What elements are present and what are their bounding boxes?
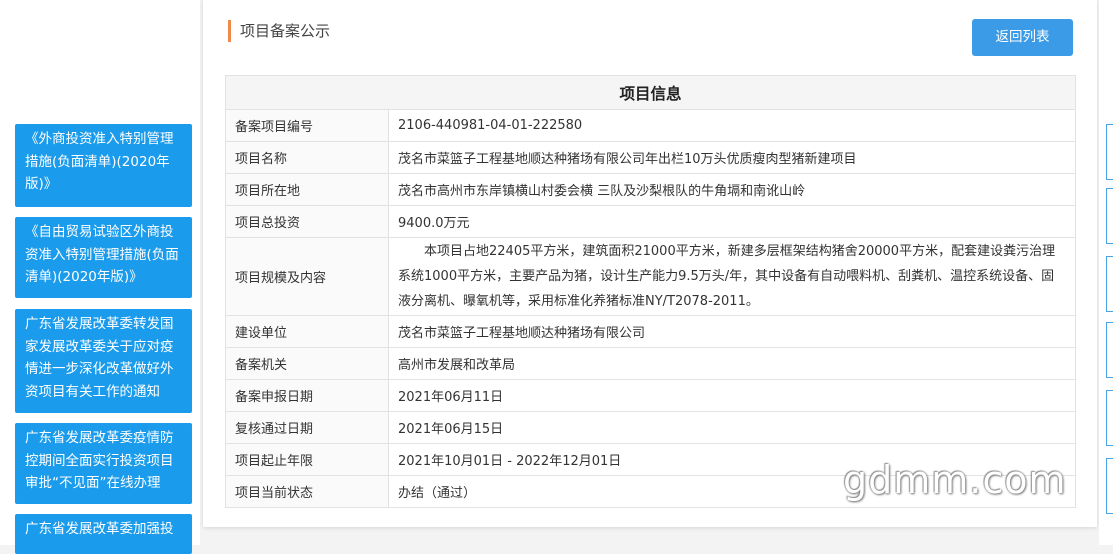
row-label: 备案申报日期 <box>225 379 389 412</box>
row-label: 复核通过日期 <box>225 411 389 444</box>
left-sidebar: 《外商投资准入特别管理措施(负面清单)(2020年版)》 《自由贸易试验区外商投… <box>0 0 200 554</box>
sidebar-link-online-approval[interactable]: 广东省发展改革委疫情防控期间全面实行投资项目审批“不见面”在线办理 <box>15 423 192 504</box>
row-label: 建设单位 <box>225 315 389 348</box>
row-label: 项目名称 <box>225 141 389 174</box>
row-value: 高州市发展和改革局 <box>388 347 1076 380</box>
right-edge-tab[interactable] <box>1106 124 1113 180</box>
right-edge-tab[interactable] <box>1106 188 1113 244</box>
row-value: 本项目占地22405平方米，建筑面积21000平方米，新建多层框架结构猪舍200… <box>398 244 1056 309</box>
right-edge-tab[interactable] <box>1106 390 1113 446</box>
row-label: 项目规模及内容 <box>225 237 389 316</box>
row-value: 2021年06月15日 <box>388 411 1076 444</box>
row-value: 茂名市菜篮子工程基地顺达种猪场有限公司年出栏10万头优质瘦肉型猪新建项目 <box>388 141 1076 174</box>
row-label: 备案项目编号 <box>225 109 389 142</box>
right-edge-tab[interactable] <box>1106 458 1113 514</box>
table-row: 备案申报日期 2021年06月11日 <box>225 379 1076 412</box>
row-label: 备案机关 <box>225 347 389 380</box>
row-value: 9400.0万元 <box>388 205 1076 238</box>
right-edge-tab[interactable] <box>1106 322 1113 378</box>
row-value: 茂名市高州市东岸镇横山村委会横 三队及沙梨根队的牛角塥和南讹山岭 <box>388 173 1076 206</box>
table-row: 建设单位 茂名市菜篮子工程基地顺达种猪场有限公司 <box>225 315 1076 348</box>
table-row: 项目总投资 9400.0万元 <box>225 205 1076 238</box>
table-title: 项目信息 <box>225 75 1076 110</box>
row-value: 茂名市菜篮子工程基地顺达种猪场有限公司 <box>388 315 1076 348</box>
sidebar-link-negative-list-2020[interactable]: 《外商投资准入特别管理措施(负面清单)(2020年版)》 <box>15 124 192 207</box>
page-title: 项目备案公示 <box>228 20 330 42</box>
row-label: 项目当前状态 <box>225 475 389 508</box>
table-row: 项目规模及内容 本项目占地22405平方米，建筑面积21000平方米，新建多层框… <box>225 237 1076 316</box>
table-row: 复核通过日期 2021年06月15日 <box>225 411 1076 444</box>
table-row: 备案项目编号 2106-440981-04-01-222580 <box>225 109 1076 142</box>
row-value: 2106-440981-04-01-222580 <box>388 109 1076 142</box>
table-row: 项目名称 茂名市菜篮子工程基地顺达种猪场有限公司年出栏10万头优质瘦肉型猪新建项… <box>225 141 1076 174</box>
right-edge-tab[interactable] <box>1106 256 1113 312</box>
table-row: 备案机关 高州市发展和改革局 <box>225 347 1076 380</box>
sidebar-link-epidemic-foreign-investment[interactable]: 广东省发展改革委转发国家发展改革委关于应对疫情进一步深化改革做好外资项目有关工作… <box>15 309 192 413</box>
row-value: 2021年06月11日 <box>388 379 1076 412</box>
watermark: gdmm.com <box>843 458 1067 502</box>
sidebar-link-ftz-negative-list[interactable]: 《自由贸易试验区外商投资准入特别管理措施(负面清单)(2020年版)》 <box>15 217 192 298</box>
row-label: 项目起止年限 <box>225 443 389 476</box>
sidebar-link-strengthen-investment[interactable]: 广东省发展改革委加强投 <box>15 514 192 554</box>
project-card: 项目备案公示 返回列表 项目信息 备案项目编号 2106-440981-04-0… <box>203 0 1097 527</box>
back-to-list-button[interactable]: 返回列表 <box>972 19 1073 56</box>
table-row: 项目所在地 茂名市高州市东岸镇横山村委会横 三队及沙梨根队的牛角塥和南讹山岭 <box>225 173 1076 206</box>
row-label: 项目总投资 <box>225 205 389 238</box>
row-label: 项目所在地 <box>225 173 389 206</box>
project-info-table: 项目信息 备案项目编号 2106-440981-04-01-222580 项目名… <box>225 75 1076 508</box>
